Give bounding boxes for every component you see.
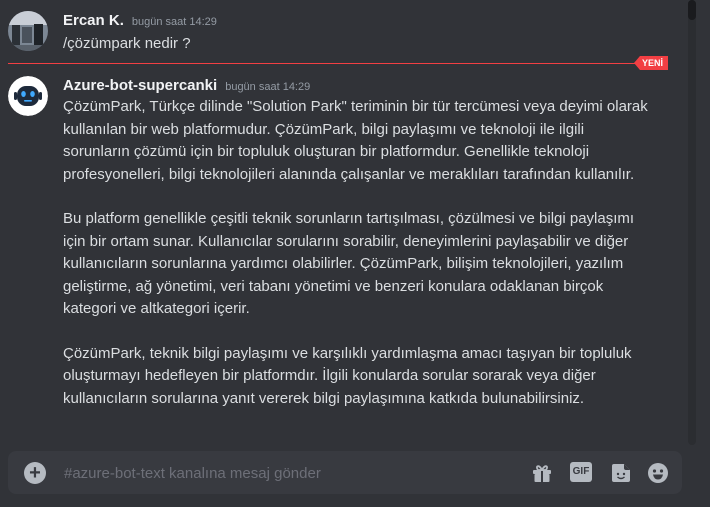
username[interactable]: Azure-bot-supercanki (63, 77, 217, 94)
message-timestamp: bugün saat 14:29 (131, 16, 217, 28)
message-paragraph: ÇözümPark, Türkçe dilinde "Solution Park… (63, 98, 648, 183)
bot-avatar-icon (8, 76, 48, 116)
new-messages-divider (8, 63, 666, 64)
scrollbar-track[interactable] (688, 0, 696, 445)
sticker-icon[interactable] (609, 461, 633, 485)
avatar[interactable] (8, 11, 48, 51)
message-input[interactable] (62, 451, 506, 496)
message-azure-bot: Azure-bot-supercanki bugün saat 14:29 Çö… (0, 70, 686, 440)
gif-icon[interactable]: GIF (570, 462, 592, 482)
message-paragraph: ÇözümPark, teknik bilgi paylaşımı ve kar… (63, 344, 632, 407)
user-avatar-icon (8, 11, 48, 51)
message-timestamp: bugün saat 14:29 (225, 81, 311, 93)
avatar[interactable] (8, 76, 48, 116)
username[interactable]: Ercan K. (63, 12, 124, 29)
scrollbar-thumb[interactable] (688, 0, 696, 20)
message-ercan: Ercan K. bugün saat 14:29 /çözümpark ned… (0, 0, 686, 60)
gift-icon[interactable] (530, 461, 554, 485)
new-messages-badge: YENİ (633, 56, 668, 70)
message-composer: + GIF (8, 451, 682, 496)
emoji-icon[interactable] (646, 461, 670, 485)
message-paragraph: Bu platform genellikle çeşitli teknik so… (63, 210, 635, 317)
message-text: /çözümpark nedir ? (63, 35, 191, 52)
add-attachment-icon[interactable]: + (24, 462, 46, 484)
